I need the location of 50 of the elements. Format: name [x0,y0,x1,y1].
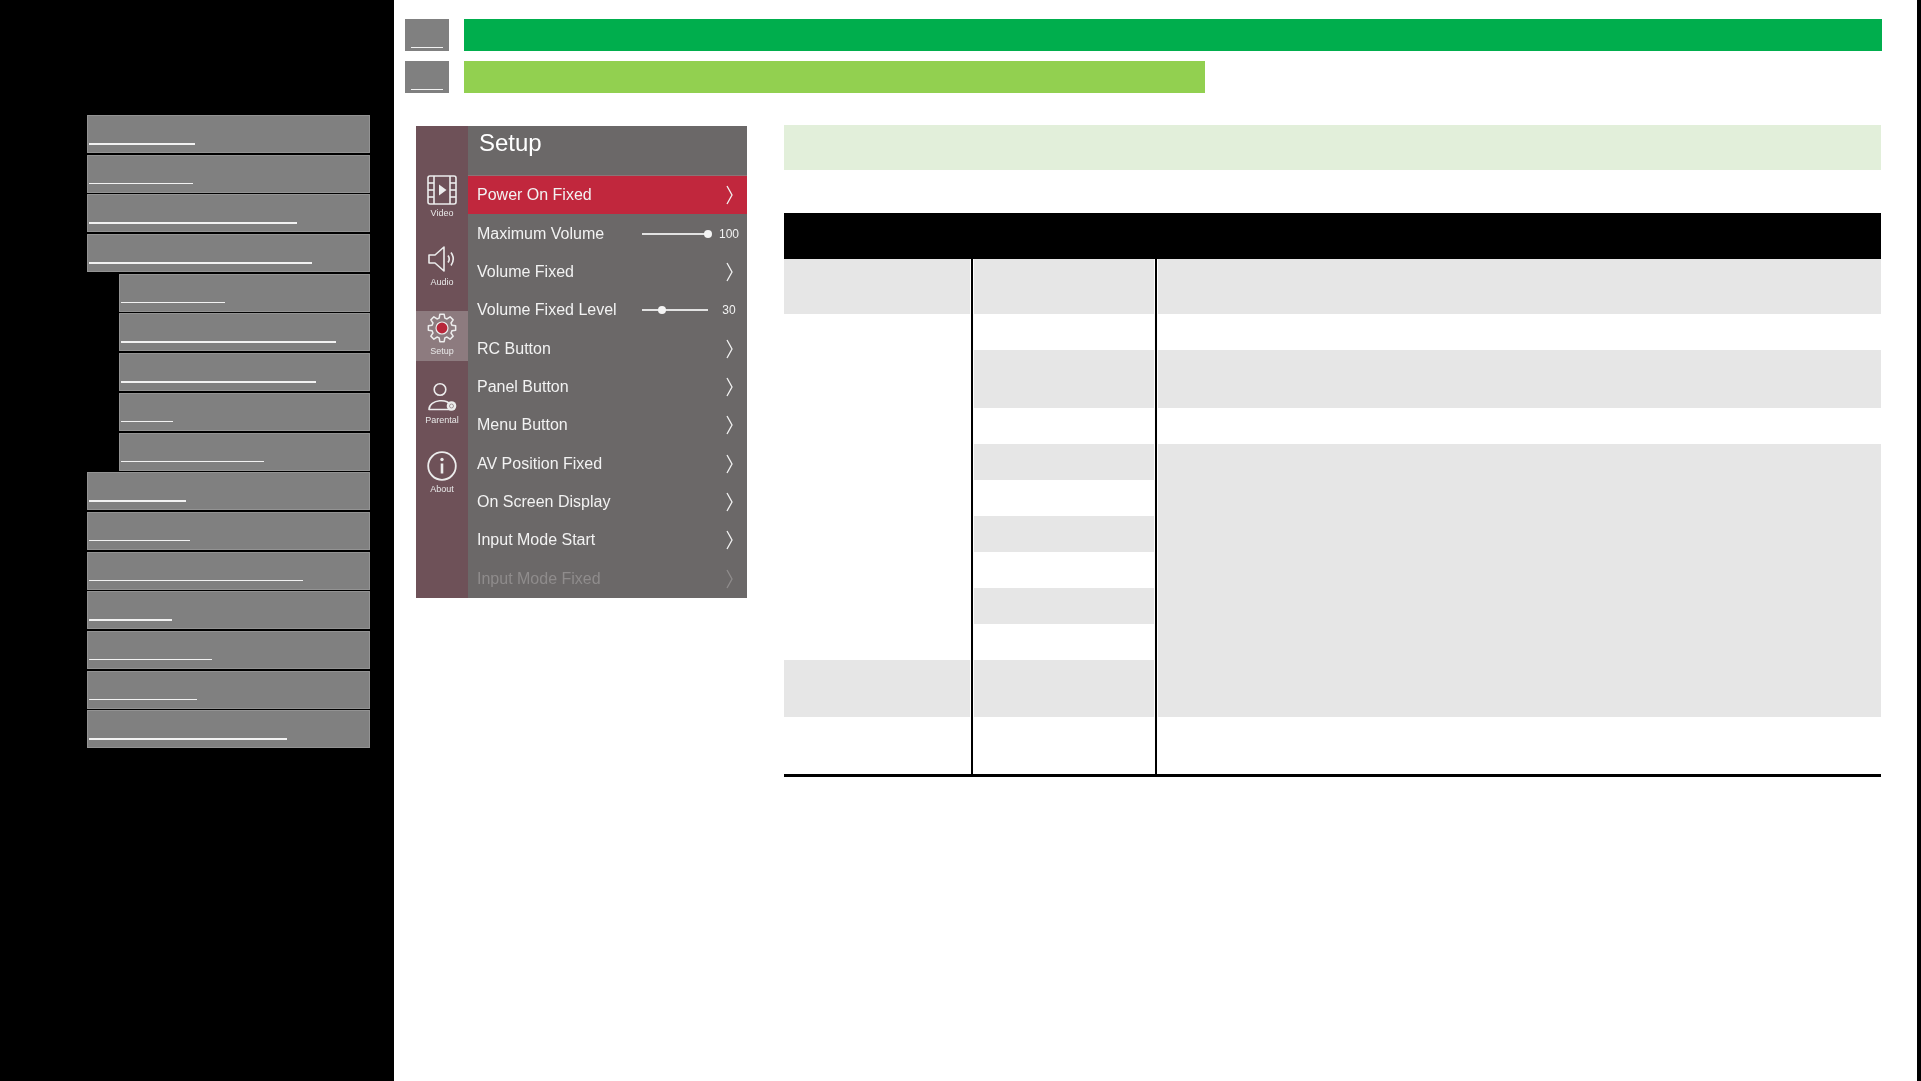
nav-item[interactable] [87,670,370,709]
nav-item[interactable] [119,432,370,471]
menu-item[interactable]: RC Button [468,329,747,368]
menu-item[interactable]: Menu Button [468,406,747,445]
category-tab[interactable]: Audio [416,242,468,292]
chevron-icon [725,453,733,474]
menu-item[interactable]: Maximum Volume 100 [468,214,747,253]
nav-item[interactable] [87,194,370,233]
menu-item[interactable]: Power On Fixed [468,175,747,215]
chevron-icon [725,415,733,436]
menu-item[interactable]: Volume Fixed [468,252,747,292]
nav-item[interactable] [119,273,370,312]
nav-item[interactable] [119,392,370,431]
nav-item[interactable] [87,234,370,273]
category-tab[interactable]: Setup [416,311,468,361]
chevron-icon [725,568,733,589]
film-icon [427,175,457,205]
menu-title: Setup [468,126,747,176]
chevron-icon [725,492,733,512]
nav-item[interactable] [87,710,370,749]
menu-item[interactable]: Panel Button [468,367,747,407]
nav-item[interactable] [87,154,370,193]
nav-item[interactable] [87,591,370,630]
nav-item[interactable] [87,472,370,511]
settings-icon [427,313,457,343]
nav-item[interactable] [119,353,370,392]
slider-value: 30 [721,303,737,318]
slider-track[interactable] [642,309,708,312]
menu-item[interactable]: Volume Fixed Level 30 [468,291,747,330]
nav-item[interactable] [87,511,370,550]
person-icon [427,382,457,412]
slider-thumb[interactable] [657,306,666,315]
nav-item[interactable] [119,313,370,352]
chevron-icon [725,185,733,206]
category-tab[interactable]: Parental [416,380,468,430]
chevron-icon [725,376,733,397]
menu-item[interactable]: On Screen Display [468,482,747,522]
nav-item[interactable] [87,551,370,590]
category-tab[interactable]: Video [416,173,468,223]
info-icon [427,451,457,481]
menu-item[interactable]: AV Position Fixed [468,444,747,483]
chevron-icon [725,530,733,551]
slider-value: 100 [718,226,740,241]
category-tab[interactable]: About [416,449,468,499]
chevron-icon [725,261,733,282]
nav-item[interactable] [87,630,370,669]
speaker-icon [427,244,457,274]
menu-item[interactable]: Input Mode Start [468,521,747,560]
chevron-icon [725,338,733,359]
slider-thumb[interactable] [704,229,712,238]
